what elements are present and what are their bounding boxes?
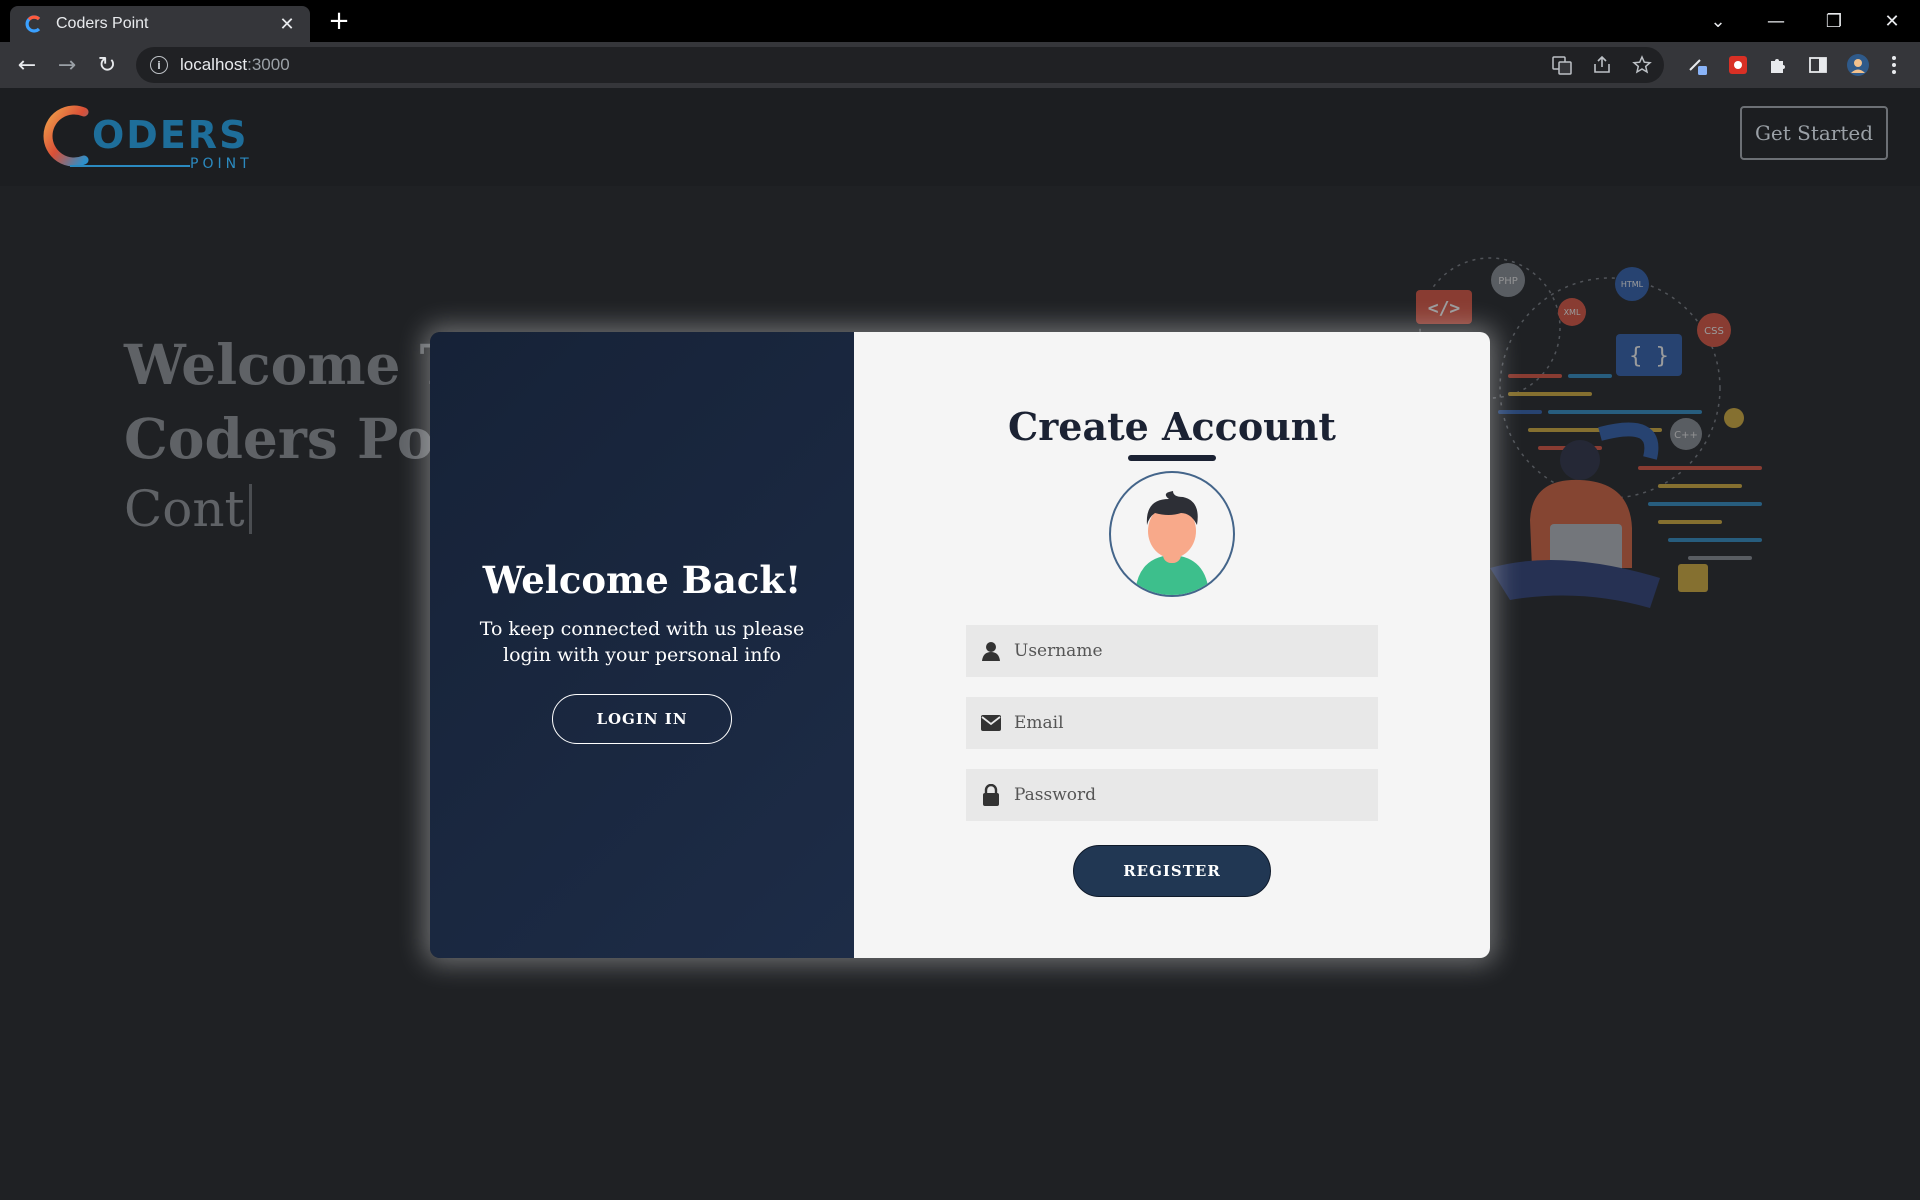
illustration-tag-code: </> <box>1428 298 1461 319</box>
password-field[interactable] <box>966 769 1378 821</box>
browser-tab[interactable]: Coders Point ✕ <box>10 6 310 42</box>
illustration-tag-html: HTML <box>1621 280 1644 289</box>
url-host: localhost <box>180 55 248 74</box>
url-port: :3000 <box>247 55 290 74</box>
page-viewport: ODERS POINT Get Started Welcome To Coder… <box>0 88 1920 1200</box>
email-field[interactable] <box>966 697 1378 749</box>
close-window-button[interactable]: ✕ <box>1864 0 1920 42</box>
username-field[interactable] <box>966 625 1378 677</box>
minimize-window-button[interactable]: — <box>1748 0 1804 42</box>
pen-extension-icon[interactable] <box>1683 50 1713 80</box>
login-button[interactable]: LOGIN IN <box>552 694 732 744</box>
title-underline <box>1128 455 1216 461</box>
tab-close-icon[interactable]: ✕ <box>276 14 298 35</box>
get-started-button[interactable]: Get Started <box>1740 106 1888 160</box>
welcome-back-panel: Welcome Back! To keep connected with us … <box>430 332 854 958</box>
username-input[interactable] <box>1014 641 1354 661</box>
restore-window-button[interactable]: ❐ <box>1806 0 1862 42</box>
coders-point-favicon-icon <box>24 14 44 34</box>
typed-text: Cont <box>124 480 245 538</box>
register-button[interactable]: REGISTER <box>1073 845 1271 897</box>
reload-button[interactable]: ↻ <box>92 50 122 80</box>
illustration-tag-xml: XML <box>1564 308 1581 317</box>
extensions-puzzle-icon[interactable] <box>1763 50 1793 80</box>
share-icon[interactable] <box>1587 50 1617 80</box>
browser-tab-bar: Coders Point ✕ + ⌄ — ❐ ✕ <box>0 0 1920 42</box>
lock-icon <box>978 782 1004 808</box>
email-input[interactable] <box>1014 713 1354 733</box>
envelope-icon <box>978 710 1004 736</box>
back-button[interactable]: ← <box>12 50 42 80</box>
welcome-back-title: Welcome Back! <box>482 558 802 602</box>
tab-search-dropdown-icon[interactable]: ⌄ <box>1690 0 1746 42</box>
url-text: localhost:3000 <box>180 55 290 75</box>
typing-caret <box>248 484 252 534</box>
welcome-back-text: To keep connected with us please login w… <box>479 618 805 666</box>
profile-avatar-icon[interactable] <box>1843 50 1873 80</box>
user-avatar-icon <box>1109 471 1235 597</box>
address-bar[interactable]: i localhost:3000 <box>136 47 1664 83</box>
illustration-tag-cpp: C++ <box>1674 430 1698 441</box>
create-account-form: Create Account Username Email REGISTER <box>854 332 1490 958</box>
menu-kebab-icon[interactable] <box>1879 50 1909 80</box>
red-extension-icon[interactable] <box>1723 50 1753 80</box>
illustration-tag-php: PHP <box>1498 276 1518 287</box>
logo-subtitle: POINT <box>190 156 253 172</box>
coders-point-logo[interactable]: ODERS POINT <box>40 96 272 176</box>
tab-title: Coders Point <box>56 15 149 32</box>
hero-typed-text: Cont <box>124 480 252 538</box>
bookmark-star-icon[interactable] <box>1627 50 1657 80</box>
forward-button[interactable]: → <box>52 50 82 80</box>
user-icon <box>978 638 1004 664</box>
site-header: ODERS POINT Get Started <box>0 88 1920 186</box>
side-panel-icon[interactable] <box>1803 50 1833 80</box>
password-input[interactable] <box>1014 785 1354 805</box>
browser-toolbar: ← → ↻ i localhost:3000 <box>0 42 1920 88</box>
logo-wordmark: ODERS <box>92 113 248 157</box>
translate-icon[interactable] <box>1547 50 1577 80</box>
create-account-title: Create Account <box>1008 404 1336 449</box>
illustration-tag-css: CSS <box>1704 326 1724 337</box>
site-info-icon[interactable]: i <box>150 56 168 74</box>
illustration-tag-braces: { } <box>1629 344 1669 369</box>
signup-modal: Welcome Back! To keep connected with us … <box>430 332 1490 958</box>
new-tab-button[interactable]: + <box>324 6 354 36</box>
